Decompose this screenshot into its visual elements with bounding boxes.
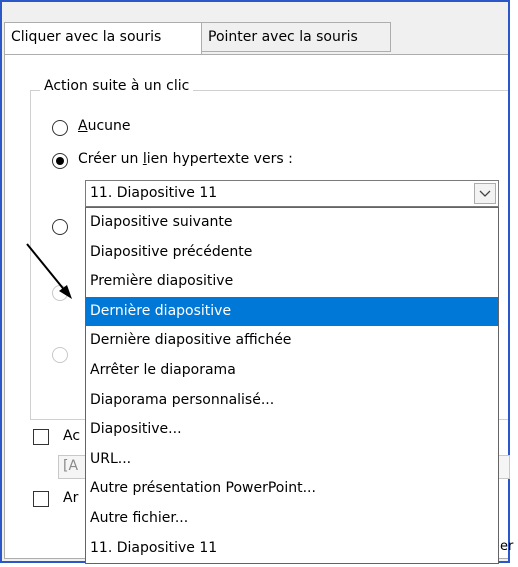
annotation-arrow-icon [26, 243, 72, 299]
